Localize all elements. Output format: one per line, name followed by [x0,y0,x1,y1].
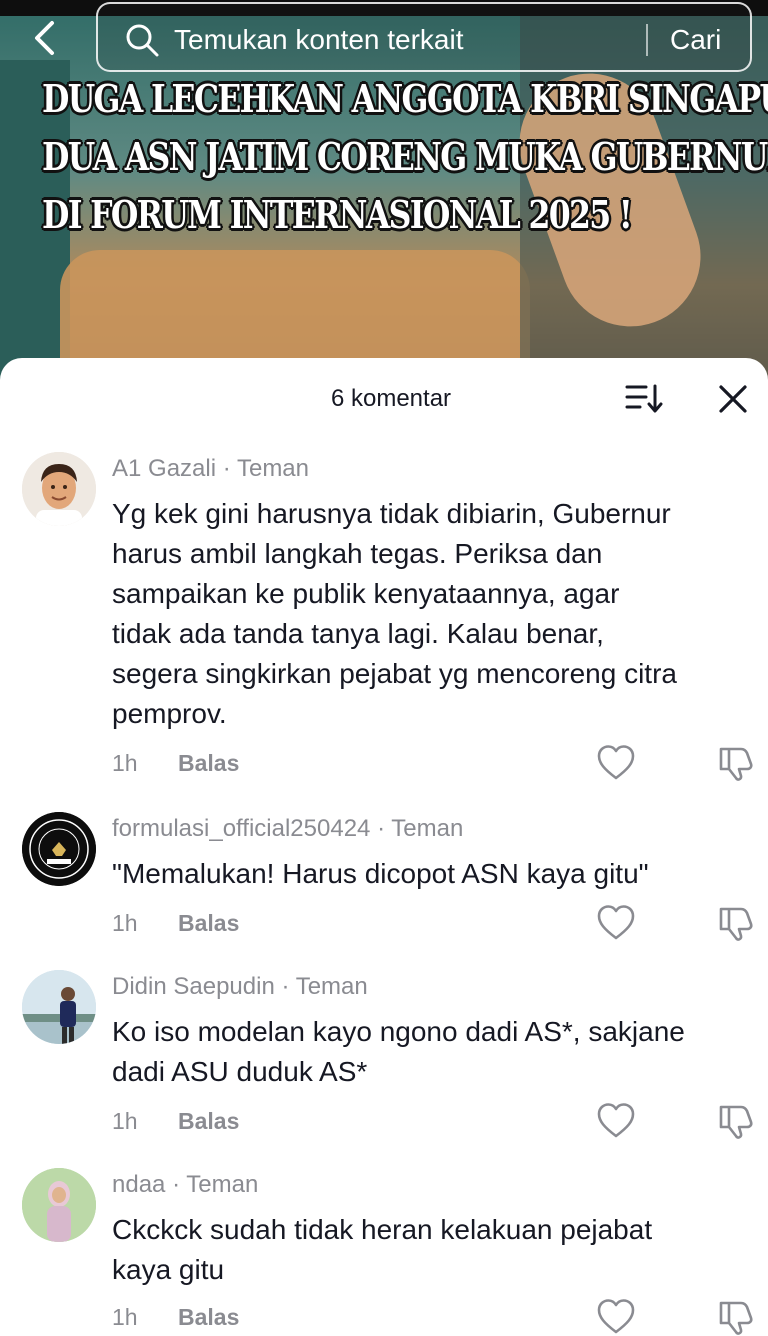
comment-text: Ckckck sudah tidak heran kelakuan pejaba… [112,1210,764,1290]
comment-time: 1h [112,1304,138,1330]
search-input[interactable]: Temukan konten terkait [174,22,464,58]
headline-line: DUA ASN JATIM CORENG MUKA GUBERNUR [42,134,768,179]
meta-separator: · [281,973,296,1000]
comment-text-line: sampaikan ke publik kenyataannya, agar [112,578,620,609]
reply-button[interactable]: Balas [178,910,239,937]
comment-item: A1 Gazali · Teman Yg kek gini harusnya t… [0,452,768,782]
heart-icon[interactable] [596,1298,636,1336]
comment-time: 1h [112,1108,138,1134]
avatar[interactable] [22,970,96,1044]
chevron-left-icon [35,21,54,55]
comment-item: ndaa · Teman Ckckck sudah tidak heran ke… [0,1168,768,1336]
comment-username[interactable]: ndaa [112,1171,165,1198]
thumbs-down-icon[interactable] [716,1298,756,1336]
heart-icon[interactable] [596,1102,636,1140]
avatar[interactable] [22,812,96,886]
comment-text-line: segera singkirkan pejabat yg mencoreng c… [112,658,677,689]
comment-item: Didin Saepudin · Teman Ko iso modelan ka… [0,970,768,1140]
back-button[interactable] [24,16,64,60]
comment-relation: Teman [295,973,368,1000]
reply-button[interactable]: Balas [178,1304,239,1331]
comment-relation: Teman [186,1171,259,1198]
comment-actions: 1h Balas [112,1298,768,1336]
headline-line: DI FORUM INTERNASIONAL 2025 ! [42,192,633,237]
meta-separator: · [222,455,237,482]
reply-button[interactable]: Balas [178,750,239,777]
thumbs-down-icon[interactable] [716,744,756,782]
comment-text: Ko iso modelan kayo ngono dadi AS*, sakj… [112,1012,764,1092]
comments-sheet: 6 komentar A1 Gazali · Teman Yg kek gini… [0,358,768,1336]
comment-meta: A1 Gazali · Teman [112,454,309,484]
comment-text-line: Ckckck sudah tidak heran kelakuan pejaba… [112,1214,653,1245]
search-divider [646,24,648,56]
avatar-image [22,812,96,886]
comment-meta: formulasi_official250424 · Teman [112,814,463,844]
comment-text-line: kaya gitu [112,1254,225,1285]
comment-actions: 1h Balas [112,1102,768,1142]
comment-relation: Teman [236,455,310,482]
comment-text-line: Yg kek gini harusnya tidak dibiarin, Gub… [112,498,671,529]
comment-username[interactable]: A1 Gazali [112,455,216,482]
comment-text-line: Ko iso modelan kayo ngono dadi AS*, sakj… [112,1016,685,1047]
avatar-image [22,1168,96,1242]
heart-icon[interactable] [596,744,636,782]
comment-username[interactable]: Didin Saepudin [112,973,275,1000]
comment-text: "Memalukan! Harus dicopot ASN kaya gitu" [112,854,764,894]
search-bar[interactable]: Temukan konten terkait Cari [96,2,752,72]
thumbs-down-icon[interactable] [716,1102,756,1140]
comment-username[interactable]: formulasi_official250424 [112,815,370,842]
meta-separator: · [377,815,392,842]
comment-text-line: harus ambil langkah tegas. Periksa dan [112,538,603,569]
comment-meta: Didin Saepudin · Teman [112,972,368,1002]
comment-meta: ndaa · Teman [112,1170,258,1200]
meta-separator: · [172,1171,187,1198]
video-headline: DUGA LECEHKAN ANGGOTA KBRI SINGAPURA, DU… [42,70,768,244]
comment-relation: Teman [391,815,464,842]
comment-time: 1h [112,910,138,936]
comment-text-line: dadi ASU duduk AS* [112,1056,368,1087]
close-icon[interactable] [716,382,750,416]
comment-time: 1h [112,750,138,776]
reply-button[interactable]: Balas [178,1108,239,1135]
thumbs-down-icon[interactable] [716,904,756,942]
avatar-image [22,970,96,1044]
headline-line: DUGA LECEHKAN ANGGOTA KBRI SINGAPURA, [42,76,768,121]
heart-icon[interactable] [596,904,636,942]
comment-actions: 1h Balas [112,744,768,784]
sort-icon[interactable] [624,380,664,416]
comment-actions: 1h Balas [112,904,768,944]
comment-item: formulasi_official250424 · Teman "Memalu… [0,812,768,942]
search-icon [126,24,159,57]
avatar[interactable] [22,452,96,526]
comment-text-line: tidak ada tanda tanya lagi. Kalau benar, [112,618,604,649]
avatar-image [22,452,96,526]
comment-text: Yg kek gini harusnya tidak dibiarin, Gub… [112,494,764,734]
search-submit-button[interactable]: Cari [670,22,721,58]
comment-text-line: "Memalukan! Harus dicopot ASN kaya gitu" [112,858,649,889]
avatar[interactable] [22,1168,96,1242]
comment-text-line: pemprov. [112,698,227,729]
comments-header: 6 komentar [0,358,768,438]
